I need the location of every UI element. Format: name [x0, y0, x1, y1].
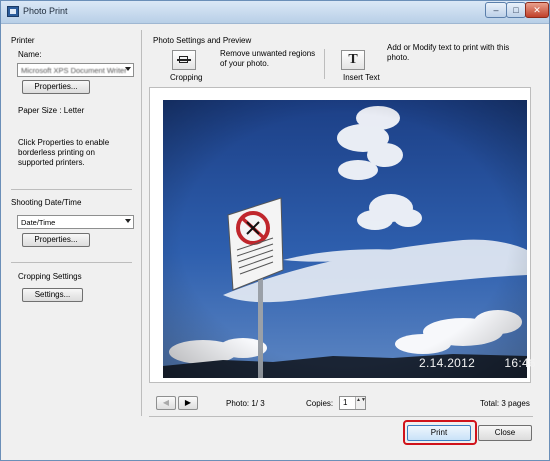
paper-size-label: Paper Size : Letter	[18, 106, 85, 115]
photo-counter: Photo: 1/ 3	[226, 399, 265, 408]
tool-divider	[324, 49, 325, 79]
printer-name-dropdown[interactable]: Microsoft XPS Document Writer	[17, 63, 134, 77]
divider	[11, 262, 132, 263]
insert-text-button[interactable]: T	[341, 50, 365, 70]
previous-photo-button[interactable]: ◀	[156, 396, 176, 410]
divider	[11, 189, 132, 190]
time-stamp: 16:46	[504, 356, 536, 370]
printer-section-label: Printer	[11, 36, 35, 45]
borderless-hint: Click Properties to enable borderless pr…	[18, 138, 110, 167]
total-pages: Total: 3 pages	[480, 399, 530, 408]
close-button[interactable]: Close	[478, 425, 532, 441]
print-button[interactable]: Print	[407, 425, 471, 441]
copies-value: 1	[343, 398, 348, 407]
cropping-label: Cropping	[170, 73, 203, 82]
preview-section-label: Photo Settings and Preview	[153, 36, 252, 45]
date-stamp: 2.14.2012	[419, 356, 476, 370]
printer-name-label: Name:	[18, 50, 42, 59]
minimize-button[interactable]: –	[485, 2, 507, 18]
divider	[149, 416, 533, 417]
crop-icon	[177, 56, 191, 63]
date-time-value: Date/Time	[21, 218, 56, 227]
date-time-dropdown[interactable]: Date/Time	[17, 215, 134, 229]
photo-image	[163, 100, 527, 378]
cropping-description: Remove unwanted regions of your photo.	[220, 49, 316, 68]
copies-stepper[interactable]: 1 ▲▼	[339, 396, 366, 410]
app-icon	[7, 6, 19, 17]
window-title: Photo Print	[23, 6, 68, 16]
copies-label: Copies:	[306, 399, 334, 408]
maximize-button[interactable]: □	[506, 2, 526, 18]
date-properties-button[interactable]: Properties...	[22, 233, 90, 247]
insert-text-description: Add or Modify text to print with this ph…	[387, 43, 510, 62]
next-photo-button[interactable]: ▶	[178, 396, 198, 410]
shooting-section-label: Shooting Date/Time	[11, 198, 82, 207]
photo-preview[interactable]	[163, 100, 527, 378]
spin-arrows-icon[interactable]: ▲▼	[355, 397, 366, 409]
date-time-stamp: 2.14.2012 16:46	[419, 356, 536, 370]
text-icon: T	[348, 52, 358, 67]
cropping-settings-label: Cropping Settings	[18, 272, 82, 281]
title-bar: Photo Print – □ ✕	[1, 1, 549, 24]
printer-name-value: Microsoft XPS Document Writer	[21, 66, 127, 75]
panel-divider	[141, 30, 142, 416]
cropping-settings-button[interactable]: Settings...	[22, 288, 83, 302]
insert-text-label: Insert Text	[343, 73, 380, 82]
chevron-down-icon	[125, 219, 131, 223]
printer-properties-button[interactable]: Properties...	[22, 80, 90, 94]
cropping-button[interactable]	[172, 50, 196, 70]
close-window-button[interactable]: ✕	[525, 2, 549, 18]
chevron-down-icon	[125, 67, 131, 71]
